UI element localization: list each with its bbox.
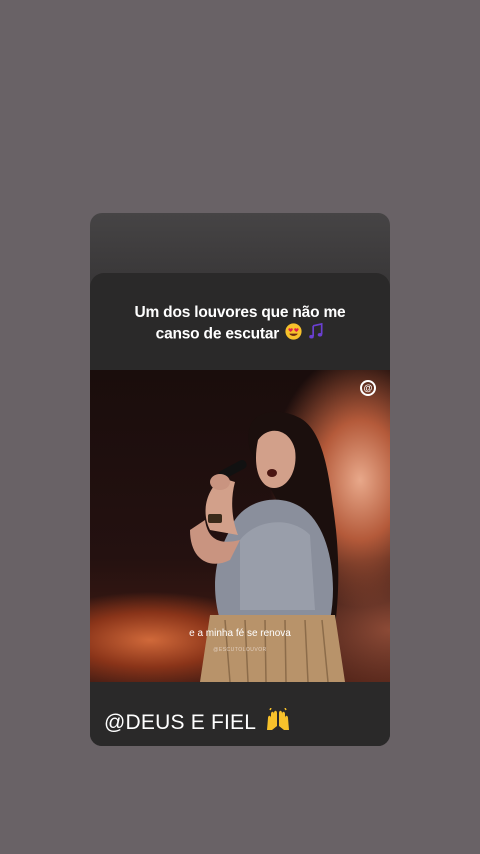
mention-sticker[interactable]: @DEUS E FIEL: [104, 706, 292, 738]
lyric-subtitle: e a minha fé se renova: [189, 628, 291, 639]
caption-line-1: Um dos louvores que não me: [134, 304, 346, 321]
video-frame[interactable]: @ e a minha fé se renova @ESCUTOLOUVOR: [90, 370, 390, 682]
app-logo-icon: @: [360, 380, 376, 396]
raised-hands-icon: [264, 706, 292, 738]
music-notes-icon: [308, 322, 324, 346]
video-handle: @ESCUTOLOUVOR: [213, 647, 267, 653]
story-card[interactable]: Um dos louvores que não me canso de escu…: [90, 213, 390, 746]
caption-line-2: canso de escutar: [90, 322, 390, 346]
post-caption: Um dos louvores que não me canso de escu…: [90, 303, 390, 346]
mention-text: @DEUS E FIEL: [104, 711, 257, 734]
heart-eyes-emoji-icon: [285, 323, 302, 346]
caption-line-2-text: canso de escutar: [155, 325, 280, 343]
